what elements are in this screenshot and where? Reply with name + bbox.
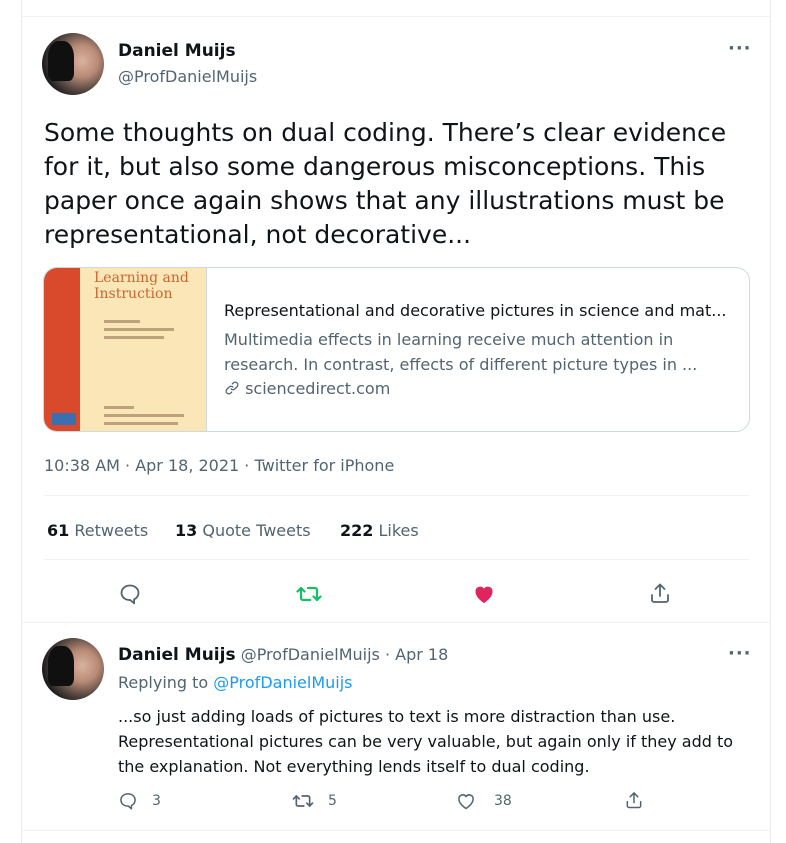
heart-icon xyxy=(458,794,474,810)
link-preview-card[interactable]: Learning and Instruction Representationa… xyxy=(43,267,750,432)
likes-count: 222 xyxy=(340,521,374,540)
quote-tweets-stat[interactable]: 13 Quote Tweets xyxy=(175,521,311,540)
card-thumbnail: Learning and Instruction xyxy=(44,268,207,431)
reply-icon xyxy=(120,584,140,605)
timeline-border-right xyxy=(770,0,771,843)
retweet-count: 5 xyxy=(328,793,337,809)
retweets-label: Retweets xyxy=(74,521,149,540)
author-handle[interactable]: @ProfDanielMuijs xyxy=(118,67,257,86)
heart-icon xyxy=(475,586,493,603)
retweet-icon xyxy=(296,586,322,602)
reply-header: Daniel Muijs @ProfDanielMuijs · Apr 18 xyxy=(118,645,448,665)
card-title: Representational and decorative pictures… xyxy=(224,301,727,320)
likes-stat[interactable]: 222 Likes xyxy=(340,521,419,540)
quotes-count: 13 xyxy=(175,521,198,540)
divider xyxy=(22,622,770,623)
quotes-label: Quote Tweets xyxy=(202,521,311,540)
share-icon xyxy=(651,583,669,603)
reply-reply-button[interactable]: 3 xyxy=(118,791,161,811)
journal-cover-stripe xyxy=(44,268,80,431)
top-divider xyxy=(22,16,770,17)
reply-avatar[interactable] xyxy=(42,638,104,700)
divider xyxy=(44,559,749,560)
replying-to-mention[interactable]: @ProfDanielMuijs xyxy=(213,673,352,692)
cover-text-line xyxy=(104,328,174,331)
card-domain-text: sciencedirect.com xyxy=(245,379,391,398)
journal-cover-title: Learning and Instruction xyxy=(94,270,189,302)
card-description: Multimedia effects in learning receive m… xyxy=(224,330,698,374)
cover-text-line xyxy=(104,336,164,339)
retweets-count: 61 xyxy=(47,521,70,540)
reply-share-button[interactable] xyxy=(624,790,644,810)
cover-text-line xyxy=(104,422,178,425)
reply-like-button[interactable]: 38 xyxy=(456,791,512,811)
reply-author-name[interactable]: Daniel Muijs xyxy=(118,645,236,665)
like-button[interactable] xyxy=(472,582,496,606)
divider xyxy=(44,495,749,496)
reply-text: ...so just adding loads of pictures to t… xyxy=(118,707,734,776)
journal-cover-title-line2: Instruction xyxy=(94,286,173,302)
avatar[interactable] xyxy=(42,33,104,95)
likes-label: Likes xyxy=(378,521,419,540)
cover-text-line xyxy=(104,320,140,323)
timeline-border-left xyxy=(21,0,22,843)
retweets-stat[interactable]: 61 Retweets xyxy=(47,521,148,540)
link-icon xyxy=(225,381,239,395)
tweet-timestamp[interactable]: 10:38 AM · Apr 18, 2021 · Twitter for iP… xyxy=(44,456,394,475)
publisher-logo xyxy=(52,413,76,425)
cover-text-line xyxy=(104,414,184,417)
reply-button[interactable] xyxy=(118,582,142,606)
share-button[interactable] xyxy=(648,581,672,605)
more-icon[interactable]: ··· xyxy=(728,38,752,59)
reply-icon xyxy=(120,793,136,810)
retweet-icon xyxy=(292,795,314,807)
share-icon xyxy=(626,792,642,809)
reply-more-icon[interactable]: ··· xyxy=(728,643,752,664)
reply-count: 3 xyxy=(152,793,161,809)
retweet-button[interactable] xyxy=(296,582,322,606)
cover-text-line xyxy=(104,406,134,409)
reply-author-handle[interactable]: @ProfDanielMuijs · Apr 18 xyxy=(241,645,449,664)
like-count: 38 xyxy=(494,793,512,809)
journal-cover-title-line1: Learning and xyxy=(94,270,189,286)
card-domain: sciencedirect.com xyxy=(224,379,390,398)
author-name[interactable]: Daniel Muijs xyxy=(118,41,236,61)
replying-to-prefix: Replying to xyxy=(118,673,209,692)
tweet-text: Some thoughts on dual coding. There’s cl… xyxy=(44,118,727,249)
replying-to: Replying to @ProfDanielMuijs xyxy=(118,673,352,692)
divider xyxy=(22,830,770,831)
reply-retweet-button[interactable]: 5 xyxy=(292,791,337,811)
